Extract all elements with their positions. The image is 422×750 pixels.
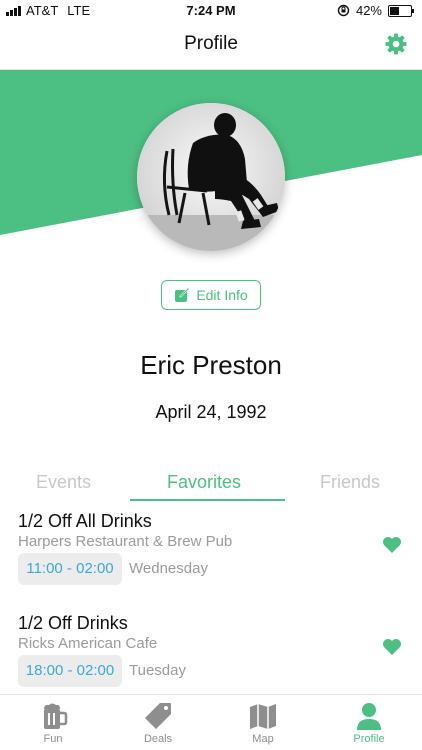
tabbar-label: Deals <box>143 733 173 745</box>
avatar[interactable] <box>137 103 285 251</box>
deal-day: Tuesday <box>129 662 186 679</box>
gear-icon[interactable] <box>384 32 408 56</box>
edit-info-label: Edit Info <box>196 287 248 303</box>
deal-title: 1/2 Off All Drinks <box>18 511 152 531</box>
tab-events[interactable]: Events <box>36 472 91 493</box>
nav-bar: Profile <box>0 20 422 70</box>
tabbar-item-fun[interactable]: Fun <box>11 701 95 745</box>
tabbar-label: Fun <box>43 733 63 745</box>
tag-icon <box>145 703 171 729</box>
time-badge: 18:00 - 02:00 <box>18 655 122 687</box>
profile-tabs: Events Favorites Friends <box>0 466 422 502</box>
profile-name: Eric Preston <box>140 350 282 380</box>
time-badge: 11:00 - 02:00 <box>18 553 122 585</box>
person-icon <box>357 703 381 730</box>
edit-info-button[interactable]: Edit Info <box>161 280 261 310</box>
profile-birthdate: April 24, 1992 <box>155 402 267 422</box>
tabbar-label: Map <box>252 733 274 745</box>
battery-icon <box>388 4 414 17</box>
status-bar: AT&T LTE 7:24 PM 42% <box>0 0 422 20</box>
venue-name: Harpers Restaurant & Brew Pub <box>18 533 233 550</box>
list-item[interactable]: 1/2 Off All Drinks Harpers Restaurant & … <box>0 511 422 591</box>
tabbar-label: Profile <box>353 733 385 745</box>
tabbar-item-deals[interactable]: Deals <box>116 701 200 745</box>
tabbar-item-profile[interactable]: Profile <box>327 701 411 745</box>
tab-favorites[interactable]: Favorites <box>167 472 241 493</box>
page-title: Profile <box>184 33 238 54</box>
deal-day: Wednesday <box>129 560 208 577</box>
tabbar-item-map[interactable]: Map <box>221 701 305 745</box>
map-icon <box>250 704 276 729</box>
edit-icon <box>175 288 190 302</box>
avatar-photo <box>137 103 285 251</box>
list-item[interactable]: 1/2 Off Drinks Ricks American Cafe 18:00… <box>0 613 422 693</box>
tab-friends[interactable]: Friends <box>320 472 380 493</box>
venue-name: Ricks American Cafe <box>18 635 158 652</box>
battery-percent: 42% <box>355 3 382 18</box>
bottom-tab-bar: Fun Deals Map Profile <box>0 694 422 750</box>
heart-icon[interactable] <box>382 536 402 554</box>
deal-title: 1/2 Off Drinks <box>18 613 128 633</box>
rotation-lock-icon <box>337 4 350 17</box>
heart-icon[interactable] <box>382 638 402 656</box>
active-tab-indicator <box>130 499 285 501</box>
beer-mug-icon <box>44 703 68 729</box>
